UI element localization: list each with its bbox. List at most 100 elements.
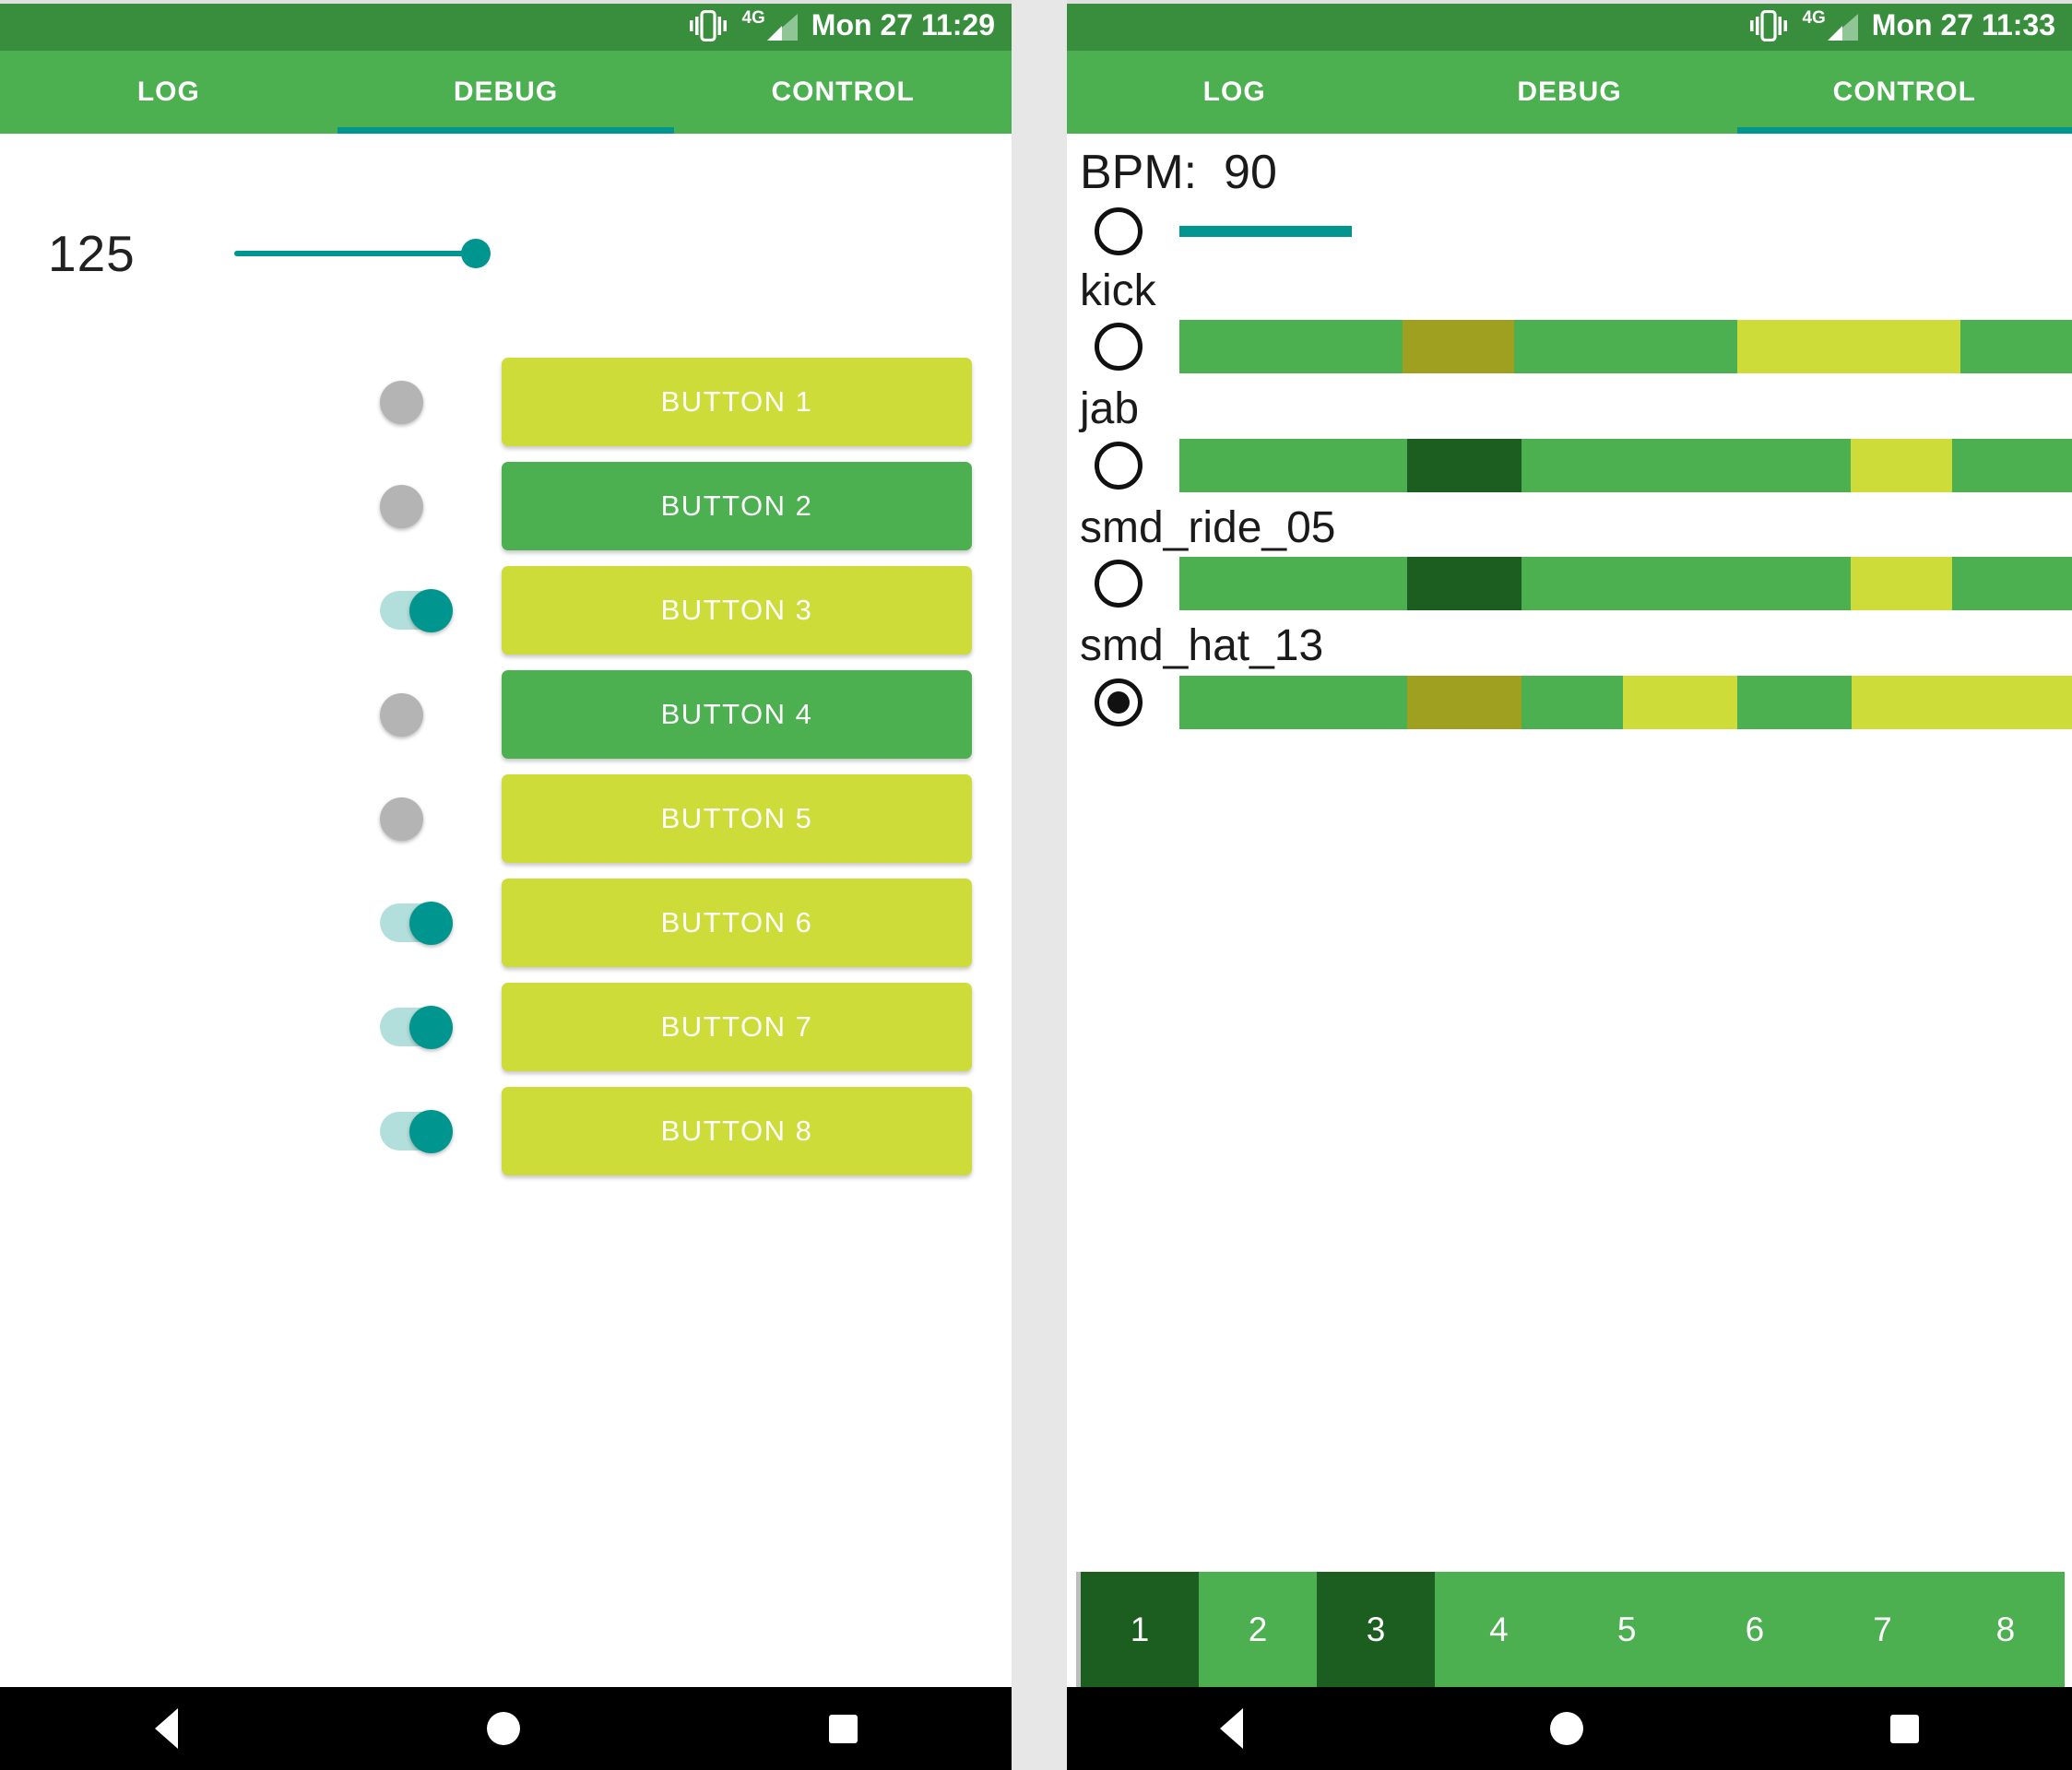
step-6[interactable]: 6: [1690, 1572, 1819, 1687]
screenshot-gutter: [1012, 0, 1067, 1770]
track-radio-button[interactable]: [1095, 560, 1143, 608]
debug-row: BUTTON 2: [0, 460, 1012, 552]
track-segment[interactable]: [1850, 438, 1953, 492]
step-2[interactable]: 2: [1199, 1572, 1318, 1687]
tab-control[interactable]: CONTROL: [1736, 51, 2072, 134]
nav-home-button[interactable]: [486, 1712, 520, 1745]
track-segment[interactable]: [1960, 320, 2072, 374]
tab-log[interactable]: LOG: [0, 51, 337, 134]
track-segment[interactable]: [1736, 675, 1852, 729]
slider-value-label: 125: [48, 225, 136, 282]
left-status-bar: 4G Mon 27 11:29: [0, 0, 1012, 51]
toggle-switch-2[interactable]: [380, 484, 456, 528]
tab-debug[interactable]: DEBUG: [337, 51, 675, 134]
track-radio-button[interactable]: [1095, 678, 1143, 726]
button-6[interactable]: BUTTON 6: [502, 879, 972, 967]
bpm-bar[interactable]: [1179, 226, 1352, 237]
nav-recent-button[interactable]: [1889, 1714, 1919, 1743]
bpm-radio-button[interactable]: [1095, 207, 1143, 255]
track-control-row: [1080, 675, 2072, 729]
recent-square-icon: [828, 1714, 858, 1743]
bpm-label: BPM: 90: [1080, 146, 1277, 199]
track-segment[interactable]: [1179, 320, 1403, 374]
vibrate-icon: [1750, 9, 1788, 41]
step-5[interactable]: 5: [1562, 1572, 1691, 1687]
button-1[interactable]: BUTTON 1: [502, 358, 972, 446]
track-segment[interactable]: [1403, 320, 1514, 374]
toggle-switch-1[interactable]: [380, 380, 456, 424]
slider-thumb[interactable]: [461, 239, 491, 268]
switch-thumb: [380, 380, 423, 424]
right-tab-bar: LOG DEBUG CONTROL: [1067, 51, 2072, 134]
track-segment[interactable]: [1521, 675, 1624, 729]
step-1[interactable]: 1: [1081, 1572, 1200, 1687]
track-name-label: kick: [1080, 266, 1156, 315]
track-name-label: jab: [1080, 384, 1140, 434]
track-segment[interactable]: [1521, 438, 1851, 492]
switch-thumb: [380, 484, 423, 528]
track-segment[interactable]: [1850, 557, 1953, 611]
tab-log[interactable]: LOG: [1067, 51, 1402, 134]
nav-home-button[interactable]: [1549, 1712, 1583, 1745]
tab-control[interactable]: CONTROL: [674, 51, 1012, 134]
network-type-label: 4G: [1802, 8, 1826, 28]
back-triangle-icon: [154, 1708, 178, 1749]
track-segment[interactable]: [1179, 557, 1407, 611]
tab-debug-label: DEBUG: [453, 77, 559, 107]
step-7[interactable]: 7: [1818, 1572, 1947, 1687]
tab-debug-label: DEBUG: [1517, 77, 1622, 107]
step-3[interactable]: 3: [1317, 1572, 1436, 1687]
button-3[interactable]: BUTTON 3: [502, 566, 972, 655]
bpm-control-row: [1080, 207, 2072, 255]
track-segment[interactable]: [1514, 320, 1737, 374]
toggle-switch-3[interactable]: [380, 588, 456, 632]
nav-back-button[interactable]: [154, 1708, 178, 1749]
debug-button-rows: BUTTON 1 BUTTON 2 BUTTON 3 BUTTON 4 BUTT…: [0, 356, 1012, 1177]
track-segment[interactable]: [1179, 438, 1407, 492]
button-8[interactable]: BUTTON 8: [502, 1087, 972, 1175]
track-segment[interactable]: [1952, 557, 2072, 611]
tab-debug[interactable]: DEBUG: [1402, 51, 1736, 134]
toggle-switch-4[interactable]: [380, 692, 456, 737]
step-8[interactable]: 8: [1946, 1572, 2065, 1687]
control-panel-body: BPM: 90 kick jab smd_ride_05 smd_hat_13 …: [1067, 134, 2072, 1687]
track-block-smd-ride-05: smd_ride_05: [1067, 502, 2072, 611]
track-segment[interactable]: [1851, 675, 2072, 729]
left-android-navbar: [0, 1687, 1012, 1770]
nav-back-button[interactable]: [1220, 1708, 1244, 1749]
track-segment-strip[interactable]: [1179, 320, 2072, 374]
tab-underline: [337, 127, 675, 134]
track-segment[interactable]: [1623, 675, 1737, 729]
network-type-label: 4G: [741, 8, 765, 28]
track-segment[interactable]: [1737, 320, 1960, 374]
track-segment-strip[interactable]: [1179, 557, 2072, 611]
toggle-switch-8[interactable]: [380, 1109, 456, 1153]
left-status-time: Mon 27 11:29: [811, 8, 995, 41]
track-radio-button[interactable]: [1095, 441, 1143, 490]
right-status-icons: 4G: [1750, 9, 1858, 41]
track-segment[interactable]: [1406, 438, 1521, 492]
button-4[interactable]: BUTTON 4: [502, 670, 972, 759]
toggle-switch-6[interactable]: [380, 901, 456, 945]
right-phone-screenshot: 4G Mon 27 11:33 LOG DEBUG CONTROL BPM: 9…: [1067, 0, 2072, 1770]
track-segment[interactable]: [1406, 675, 1521, 729]
debug-row: BUTTON 8: [0, 1085, 1012, 1177]
track-radio-button[interactable]: [1095, 323, 1143, 372]
step-4[interactable]: 4: [1435, 1572, 1563, 1687]
button-2[interactable]: BUTTON 2: [502, 462, 972, 550]
signal-4g-icon: 4G: [741, 9, 798, 41]
button-5[interactable]: BUTTON 5: [502, 774, 972, 863]
toggle-switch-7[interactable]: [380, 1005, 456, 1049]
nav-recent-button[interactable]: [828, 1714, 858, 1743]
vibrate-icon: [690, 9, 728, 41]
track-segment[interactable]: [1179, 675, 1407, 729]
debug-slider[interactable]: [234, 232, 491, 275]
track-segment[interactable]: [1406, 557, 1521, 611]
toggle-switch-5[interactable]: [380, 796, 456, 841]
track-segment-strip[interactable]: [1179, 438, 2072, 492]
track-name-label: smd_ride_05: [1080, 502, 1336, 552]
track-segment[interactable]: [1521, 557, 1851, 611]
button-7[interactable]: BUTTON 7: [502, 983, 972, 1071]
track-segment[interactable]: [1952, 438, 2072, 492]
track-segment-strip[interactable]: [1179, 675, 2072, 729]
